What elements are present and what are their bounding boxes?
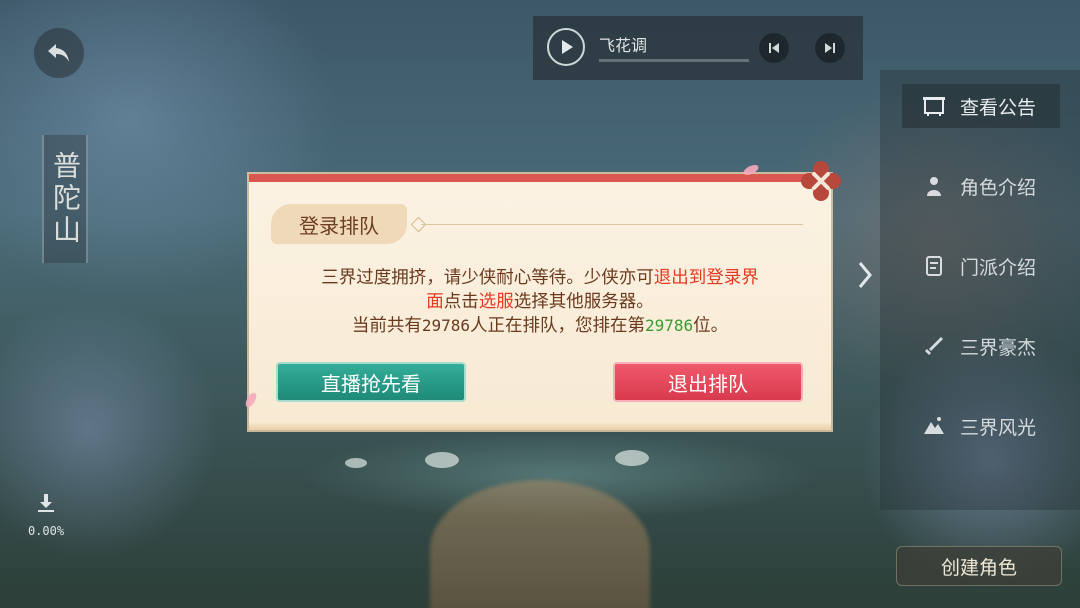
watch-live-button[interactable]: 直播抢先看 bbox=[276, 362, 466, 402]
back-button[interactable] bbox=[34, 28, 84, 78]
create-role-button[interactable]: 创建角色 bbox=[896, 546, 1062, 586]
message-text: 人正在排队，您排在第 bbox=[470, 316, 645, 336]
close-icon bbox=[801, 161, 841, 201]
lotus-flower bbox=[425, 452, 459, 468]
select-server-link[interactable]: 选服 bbox=[479, 292, 514, 312]
download-percent: 0.00% bbox=[27, 524, 65, 538]
exit-queue-button[interactable]: 退出排队 bbox=[613, 362, 803, 402]
character-icon bbox=[920, 172, 948, 200]
location-sign: 普陀山 bbox=[42, 135, 88, 263]
message-text: 点击 bbox=[443, 292, 479, 312]
side-menu-label: 查看公告 bbox=[960, 96, 1037, 119]
previous-track-icon bbox=[769, 43, 779, 53]
download-icon bbox=[38, 494, 54, 512]
download-indicator[interactable]: 0.00% bbox=[24, 492, 68, 538]
exit-to-login-link[interactable]: 退出到登录界 bbox=[654, 268, 759, 288]
message-text: 选择其他服务器。 bbox=[513, 292, 654, 312]
dialog-title: 登录排队 bbox=[271, 204, 407, 244]
queue-total-count: 29786 bbox=[421, 316, 470, 335]
side-menu-item-announcement[interactable]: 查看公告 bbox=[902, 84, 1060, 128]
side-menu-item-heroes[interactable]: 三界豪杰 bbox=[902, 324, 1060, 368]
location-name: 普陀山 bbox=[49, 151, 82, 247]
previous-track-button[interactable] bbox=[759, 33, 789, 63]
play-icon bbox=[562, 40, 573, 54]
queue-message: 三界过度拥挤，请少侠耐心等待。少侠亦可退出到登录界 面点击选服选择其他服务器。 … bbox=[289, 266, 791, 338]
notice-board-icon bbox=[920, 92, 948, 120]
message-line-3: 当前共有29786人正在排队，您排在第29786位。 bbox=[289, 314, 791, 338]
side-menu-item-character[interactable]: 角色介绍 bbox=[902, 164, 1060, 208]
play-button[interactable] bbox=[547, 28, 585, 66]
side-menu-label: 角色介绍 bbox=[960, 176, 1037, 199]
message-text: 位。 bbox=[693, 316, 729, 336]
lotus-flower bbox=[345, 458, 367, 468]
side-menu-label: 三界豪杰 bbox=[960, 336, 1037, 359]
queue-position: 29786 bbox=[645, 316, 694, 335]
close-dialog-button[interactable] bbox=[800, 160, 842, 202]
mountain-icon bbox=[920, 412, 948, 440]
back-arrow-icon bbox=[48, 44, 69, 62]
side-menu-label: 三界风光 bbox=[960, 416, 1037, 439]
message-text: 当前共有 bbox=[351, 316, 422, 336]
expand-menu-arrow-icon[interactable] bbox=[852, 255, 878, 295]
scroll-icon bbox=[920, 252, 948, 280]
lotus-flower bbox=[615, 450, 649, 466]
sword-icon bbox=[920, 332, 948, 360]
side-menu-label: 门派介绍 bbox=[960, 256, 1037, 279]
garden-path bbox=[430, 480, 650, 608]
login-queue-dialog: 登录排队 三界过度拥挤，请少侠耐心等待。少侠亦可退出到登录界 面点击选服选择其他… bbox=[249, 174, 831, 430]
song-progress-bar[interactable] bbox=[599, 59, 749, 62]
side-menu-item-scenery[interactable]: 三界风光 bbox=[902, 404, 1060, 448]
song-title: 飞花调 bbox=[599, 36, 648, 55]
side-menu-item-sect[interactable]: 门派介绍 bbox=[902, 244, 1060, 288]
message-line-2: 面点击选服选择其他服务器。 bbox=[289, 290, 791, 314]
message-line-1: 三界过度拥挤，请少侠耐心等待。少侠亦可退出到登录界 bbox=[289, 266, 791, 290]
next-track-button[interactable] bbox=[815, 33, 845, 63]
message-text: 三界过度拥挤，请少侠耐心等待。少侠亦可 bbox=[321, 268, 654, 288]
music-player: 飞花调 bbox=[533, 16, 863, 80]
next-track-icon bbox=[825, 43, 835, 53]
exit-to-login-link-cont[interactable]: 面 bbox=[426, 292, 444, 312]
title-divider bbox=[421, 224, 803, 225]
